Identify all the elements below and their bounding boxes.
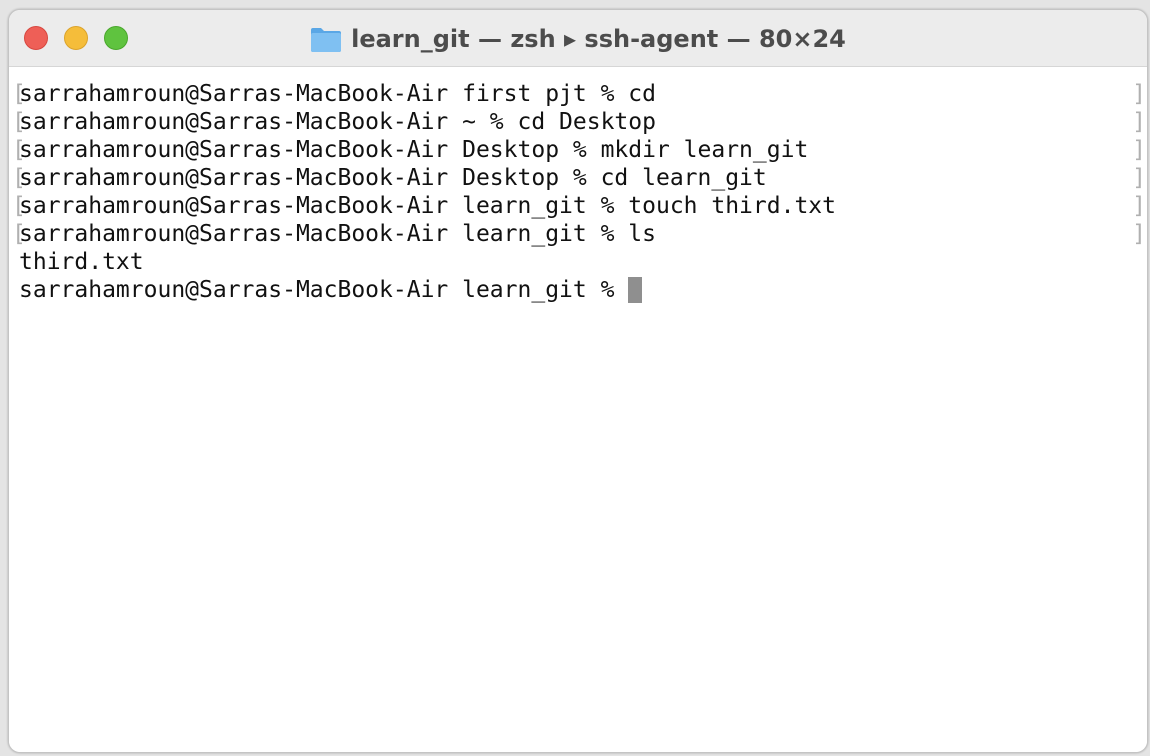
title-bar[interactable]: learn_git — zsh ▸ ssh-agent — 80×24 [9,10,1147,67]
terminal-line: sarrahamroun@Sarras-MacBook-Air learn_gi… [19,221,656,247]
terminal-content[interactable]: [ ] sarrahamroun@Sarras-MacBook-Air firs… [9,67,1147,752]
terminal-prompt-line[interactable]: sarrahamroun@Sarras-MacBook-Air learn_gi… [19,276,643,304]
terminal-line: sarrahamroun@Sarras-MacBook-Air Desktop … [19,165,767,191]
terminal-line: sarrahamroun@Sarras-MacBook-Air learn_gi… [19,193,836,219]
line-mark-right: ] [1132,165,1146,191]
line-mark-right: ] [1132,193,1146,219]
terminal-line: sarrahamroun@Sarras-MacBook-Air Desktop … [19,137,809,163]
prompt-text: sarrahamroun@Sarras-MacBook-Air learn_gi… [19,277,629,303]
minimize-button[interactable] [64,26,88,50]
line-mark-right: ] [1132,109,1146,135]
line-mark-right: ] [1132,221,1146,247]
window-title-group: learn_git — zsh ▸ ssh-agent — 80×24 [9,10,1147,67]
line-mark-right: ] [1132,81,1146,107]
terminal-line: sarrahamroun@Sarras-MacBook-Air ~ % cd D… [19,109,656,135]
close-button[interactable] [24,26,48,50]
text-cursor [628,276,643,303]
terminal-line: sarrahamroun@Sarras-MacBook-Air first pj… [19,81,656,107]
folder-icon [310,25,342,53]
window-title: learn_git — zsh ▸ ssh-agent — 80×24 [351,24,846,53]
zoom-button[interactable] [104,26,128,50]
terminal-output-line: third.txt [19,249,144,275]
line-mark-right: ] [1132,137,1146,163]
terminal-window: learn_git — zsh ▸ ssh-agent — 80×24 [ ] … [8,9,1148,753]
